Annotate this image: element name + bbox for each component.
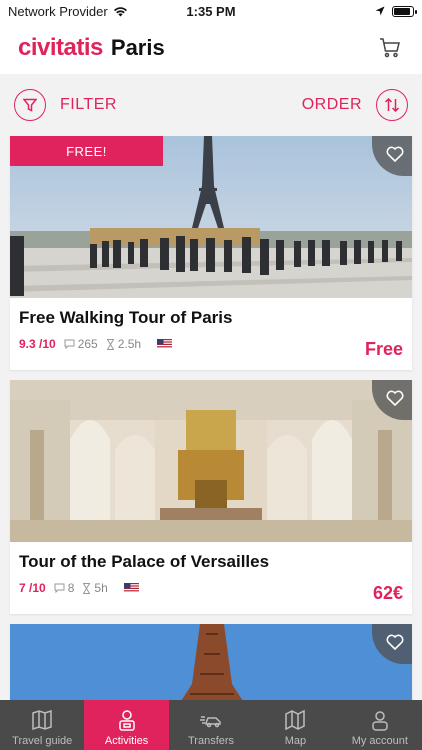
duration-value: 5h xyxy=(94,581,108,595)
reviews-value: 265 xyxy=(77,337,98,351)
location-arrow-icon xyxy=(375,6,385,16)
tab-label: Map xyxy=(284,735,307,747)
reviews-count: 265 xyxy=(64,337,98,351)
us-flag-icon xyxy=(157,339,173,349)
versailles-chapel-photo xyxy=(10,380,412,542)
activity-card[interactable]: Tour of the Palace of Versailles 7 /10 8… xyxy=(10,380,412,614)
order-label: ORDER xyxy=(301,96,362,113)
battery-fill xyxy=(394,7,411,15)
status-left: Network Provider xyxy=(8,4,128,19)
activity-meta: 7 /10 8 5h xyxy=(19,581,404,595)
tab-label: Transfers xyxy=(187,735,235,747)
eiffel-tower-closeup-photo xyxy=(10,624,412,712)
tab-label: My account xyxy=(351,735,408,747)
tab-transfers[interactable]: Transfers xyxy=(169,700,253,750)
wifi-icon xyxy=(113,6,127,16)
activity-card[interactable]: FREE! Free Walking Tour of Paris 9.3 /10… xyxy=(10,136,412,370)
filter-label: FILTER xyxy=(60,96,117,113)
hourglass-icon xyxy=(83,582,91,594)
tab-travel-guide[interactable]: Travel guide xyxy=(0,700,84,750)
app-header: civitatis Paris xyxy=(0,22,422,74)
comment-icon xyxy=(54,583,65,593)
activity-meta: 9.3 /10 265 2.5h xyxy=(19,337,404,351)
free-badge: FREE! xyxy=(10,136,163,166)
reviews-value: 8 xyxy=(67,581,75,595)
hourglass-icon xyxy=(106,338,114,350)
duration-value: 2.5h xyxy=(117,337,142,351)
sort-arrows-icon xyxy=(376,89,408,121)
map-icon xyxy=(285,709,306,731)
bottom-tab-bar: Travel guide Activities Transfers Map My… xyxy=(0,700,422,750)
activity-details: Free Walking Tour of Paris 9.3 /10 265 2… xyxy=(10,298,412,370)
filter-button[interactable]: FILTER xyxy=(14,89,117,121)
activity-image xyxy=(10,624,412,712)
city-title: Paris xyxy=(110,35,165,60)
carrier-name: Network Provider xyxy=(8,3,108,19)
price: 62€ xyxy=(372,583,403,603)
activity-list: FREE! Free Walking Tour of Paris 9.3 /10… xyxy=(0,136,422,712)
brand: civitatis Paris xyxy=(18,34,165,62)
rating: 7 /10 xyxy=(19,581,46,595)
funnel-icon xyxy=(14,89,46,121)
heart-icon xyxy=(386,634,404,650)
activity-image: FREE! xyxy=(10,136,412,298)
person-badge-icon xyxy=(118,710,135,731)
price: Free xyxy=(364,339,403,359)
cart-button[interactable] xyxy=(376,34,404,62)
duration: 2.5h xyxy=(106,337,141,351)
activity-card[interactable] xyxy=(10,624,412,712)
civitatis-logo[interactable]: civitatis xyxy=(18,34,103,62)
user-icon xyxy=(372,711,388,731)
heart-icon xyxy=(386,146,404,162)
duration: 5h xyxy=(82,581,108,595)
battery-icon xyxy=(392,5,417,17)
map-book-icon xyxy=(32,709,52,731)
activity-title[interactable]: Tour of the Palace of Versailles xyxy=(19,552,404,572)
car-icon xyxy=(200,716,221,728)
us-flag-icon xyxy=(123,583,139,593)
cart-icon xyxy=(380,38,400,58)
heart-icon xyxy=(386,390,404,406)
rating: 9.3 /10 xyxy=(19,337,56,351)
tab-label: Travel guide xyxy=(12,735,73,747)
order-button[interactable]: ORDER xyxy=(302,89,408,121)
activity-title[interactable]: Free Walking Tour of Paris xyxy=(19,308,404,328)
tab-map[interactable]: Map xyxy=(253,700,337,750)
tab-my-account[interactable]: My account xyxy=(338,700,422,750)
comment-icon xyxy=(64,339,75,349)
tab-activities[interactable]: Activities xyxy=(84,700,169,750)
activity-image xyxy=(10,380,412,542)
status-right xyxy=(375,5,417,17)
filter-order-toolbar: FILTER ORDER xyxy=(0,74,422,136)
activity-details: Tour of the Palace of Versailles 7 /10 8… xyxy=(10,542,412,614)
reviews-count: 8 xyxy=(54,581,75,595)
tab-label: Activities xyxy=(104,735,149,747)
status-bar: Network Provider 1:35 PM xyxy=(0,0,422,22)
